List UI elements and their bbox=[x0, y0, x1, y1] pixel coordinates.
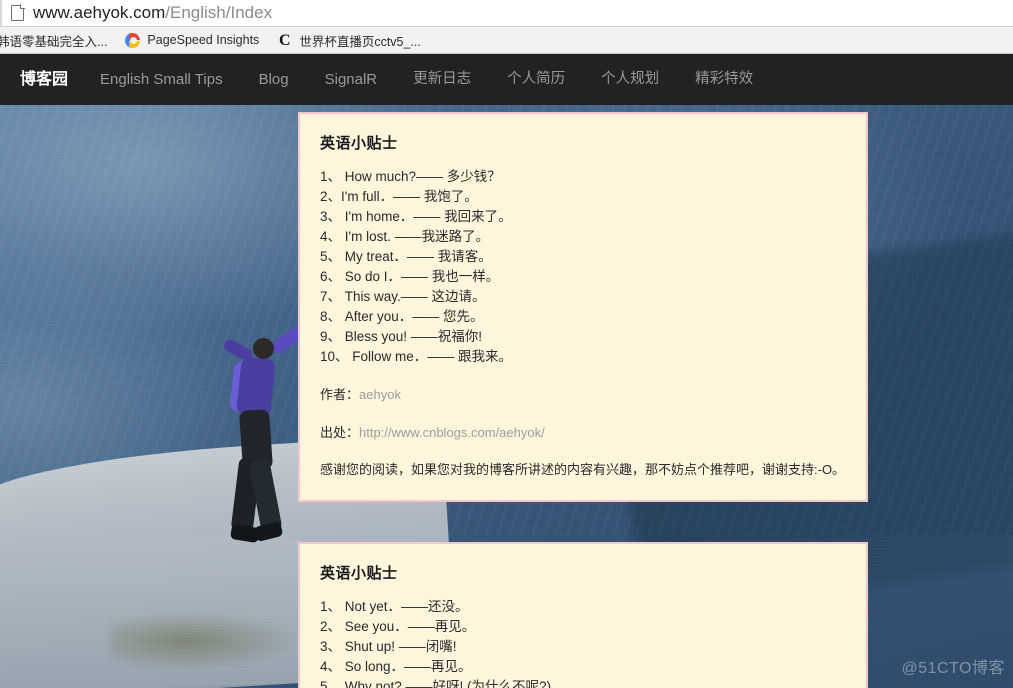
nav-item-english-small-tips[interactable]: English Small Tips bbox=[82, 54, 241, 105]
bookmark-item-korean[interactable]: 韩语零基础完全入... bbox=[0, 27, 116, 53]
tips-card-second: 英语小贴士 1、 Not yet．——还没。 2、 See you．——再见。 … bbox=[298, 542, 868, 688]
tip-line: 2、I'm full．—— 我饱了。 bbox=[320, 189, 478, 204]
card-title: 英语小贴士 bbox=[320, 135, 398, 152]
article-cards-container: 英语小贴士 1、 How much?—— 多少钱？ 2、I'm full．—— … bbox=[298, 105, 868, 688]
browser-chrome: www.aehyok.com/English/Index 韩语零基础完全入...… bbox=[0, 0, 1013, 54]
nav-item-update-log[interactable]: 更新日志 bbox=[395, 54, 489, 105]
author-value: aehyok bbox=[359, 387, 401, 402]
tip-line: 1、 Not yet．——还没。 bbox=[320, 599, 469, 614]
tip-line: 5、 My treat．—— 我请客。 bbox=[320, 249, 492, 264]
card-title: 英语小贴士 bbox=[320, 565, 398, 582]
source-link[interactable]: http://www.cnblogs.com/aehyok/ bbox=[359, 425, 545, 440]
tips-card-first: 英语小贴士 1、 How much?—— 多少钱？ 2、I'm full．—— … bbox=[298, 112, 868, 502]
tip-line: 4、 So long．——再见。 bbox=[320, 659, 472, 674]
address-bar[interactable]: www.aehyok.com/English/Index bbox=[0, 0, 1013, 27]
tip-line: 8、 After you．—— 您先。 bbox=[320, 309, 484, 324]
bookmarks-bar: 韩语零基础完全入... PageSpeed Insights C 世界杯直播页c… bbox=[0, 27, 1013, 54]
thanks-paragraph: 感谢您的阅读，如果您对我的博客所讲述的内容有兴趣，那不妨点个推荐吧，谢谢支持:-… bbox=[320, 462, 846, 477]
page-content-area: 提交时间@：2014-06-03 09:44 @51CTO博客 英语小贴士 1、… bbox=[0, 105, 1013, 688]
address-bar-url: www.aehyok.com/English/Index bbox=[33, 3, 272, 23]
bookmark-label: 韩语零基础完全入... bbox=[0, 34, 108, 49]
tip-line: 7、 This way.—— 这边请。 bbox=[320, 289, 486, 304]
bookmark-item-cctv[interactable]: C 世界杯直播页cctv5_... bbox=[268, 27, 430, 53]
bookmark-label: 世界杯直播页cctv5_... bbox=[299, 34, 421, 49]
tip-line: 10、 Follow me．—— 跟我来。 bbox=[320, 349, 513, 364]
tip-line: 5、 Why not? ——好呀! (为什么不呢?) bbox=[320, 679, 552, 688]
nav-item-brand[interactable]: 博客园 bbox=[8, 54, 82, 105]
tip-line: 4、 I'm lost. ——我迷路了。 bbox=[320, 229, 490, 244]
tip-line: 2、 See you．——再见。 bbox=[320, 619, 476, 634]
tip-line: 9、 Bless you! ——祝福你! bbox=[320, 329, 483, 344]
nav-item-resume[interactable]: 个人简历 bbox=[489, 54, 583, 105]
bookmark-label: PageSpeed Insights bbox=[147, 33, 260, 47]
cards-gap bbox=[298, 502, 868, 542]
url-path: /English/Index bbox=[165, 3, 273, 22]
source-label: 出处： bbox=[320, 425, 360, 440]
watermark-site-corner: @51CTO博客 bbox=[901, 660, 1005, 677]
nav-item-blog[interactable]: Blog bbox=[241, 54, 307, 105]
author-row: 作者：aehyok bbox=[320, 385, 846, 405]
nav-item-personal-plan[interactable]: 个人规划 bbox=[583, 54, 677, 105]
tip-line: 3、 Shut up! ——闭嘴! bbox=[320, 639, 457, 654]
site-navigation-bar: 博客园 English Small Tips Blog SignalR 更新日志… bbox=[0, 54, 1013, 105]
tip-line: 1、 How much?—— 多少钱？ bbox=[320, 169, 501, 184]
source-row: 出处：http://www.cnblogs.com/aehyok/ bbox=[320, 423, 846, 443]
cctv-c-icon: C bbox=[279, 31, 291, 49]
page-document-icon bbox=[11, 4, 25, 21]
bookmark-item-pagespeed[interactable]: PageSpeed Insights bbox=[116, 27, 268, 53]
tip-line: 3、 I'm home．—— 我回来了。 bbox=[320, 209, 512, 224]
nav-item-effects[interactable]: 精彩特效 bbox=[677, 54, 771, 105]
url-domain: www.aehyok.com bbox=[33, 3, 166, 22]
nav-item-signalr[interactable]: SignalR bbox=[307, 54, 396, 105]
tip-line: 6、 So do I．—— 我也一样。 bbox=[320, 269, 500, 284]
google-pagespeed-icon bbox=[125, 32, 141, 48]
author-label: 作者： bbox=[320, 387, 360, 402]
